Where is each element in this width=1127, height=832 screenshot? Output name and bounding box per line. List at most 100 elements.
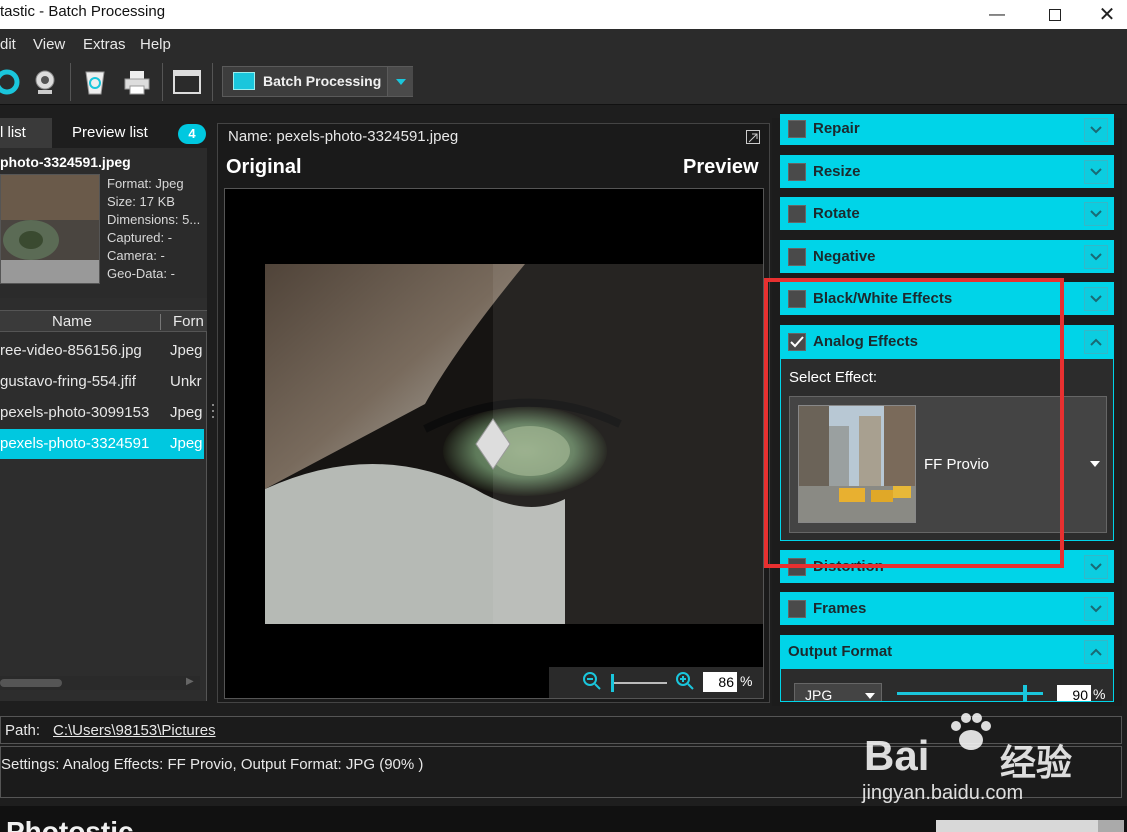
footer-brand: Photostic xyxy=(6,816,134,832)
list-item[interactable]: gustavo-fring-554.jfif Unkr xyxy=(0,367,204,397)
batch-dropdown-button[interactable] xyxy=(387,67,413,96)
menu-bar: dit View Extras Help xyxy=(0,29,1127,59)
baidu-watermark: Bai 经验 jingyan.baidu.com xyxy=(860,712,1120,808)
zoom-in-icon[interactable] xyxy=(675,671,695,696)
chevron-down-icon[interactable] xyxy=(1084,287,1108,311)
original-label: Original xyxy=(226,156,302,178)
horizontal-scrollbar[interactable]: ▶ xyxy=(0,676,200,690)
close-button[interactable]: ✕ xyxy=(1084,0,1127,29)
webcam-icon[interactable] xyxy=(30,67,60,97)
section-resize[interactable]: Resize xyxy=(780,155,1114,188)
frames-checkbox[interactable] xyxy=(788,600,806,618)
batch-processing-label: Batch Processing xyxy=(263,73,382,89)
expand-icon[interactable] xyxy=(746,130,760,144)
paw-icon xyxy=(951,713,991,750)
zoom-input[interactable]: 86 xyxy=(703,672,737,692)
section-negative[interactable]: Negative xyxy=(780,240,1114,273)
rotate-checkbox[interactable] xyxy=(788,205,806,223)
zoom-unit: % xyxy=(740,673,753,689)
chevron-down-icon[interactable] xyxy=(1084,160,1108,184)
chevron-down-icon[interactable] xyxy=(1084,555,1108,579)
list-item[interactable]: pexels-photo-3099153 Jpeg xyxy=(0,398,204,428)
list-item-name: pexels-photo-3324591 xyxy=(0,435,150,452)
format-value: JPG xyxy=(805,687,833,702)
quality-slider[interactable] xyxy=(897,685,1043,701)
minimize-icon: — xyxy=(989,5,1005,23)
preview-label: Preview xyxy=(683,156,759,178)
zoom-slider[interactable] xyxy=(611,674,667,692)
list-item[interactable]: ree-video-856156.jpg Jpeg xyxy=(0,336,204,366)
file-info-panel: photo-3324591.jpeg Format: Jpeg Size: 17… xyxy=(0,148,207,298)
info-size: Size: 17 KB xyxy=(107,194,175,209)
section-label: Output Format xyxy=(788,643,893,660)
refresh-icon[interactable] xyxy=(0,67,22,97)
section-rotate[interactable]: Rotate xyxy=(780,197,1114,230)
menu-extras[interactable]: Extras xyxy=(83,36,126,53)
window-icon[interactable] xyxy=(172,67,202,97)
output-format-body: JPG 90 % xyxy=(780,668,1114,702)
chevron-down-icon[interactable] xyxy=(1084,245,1108,269)
column-name[interactable]: Name xyxy=(52,313,92,330)
chevron-down-icon xyxy=(1090,461,1100,467)
chevron-down-icon[interactable] xyxy=(1084,118,1108,142)
list-item-format: Jpeg xyxy=(170,342,203,359)
chevron-up-icon[interactable] xyxy=(1084,330,1108,354)
info-dimensions: Dimensions: 5... xyxy=(107,212,201,227)
column-divider[interactable] xyxy=(160,314,161,330)
zoom-slider-handle[interactable] xyxy=(611,674,614,692)
toolbar-separator xyxy=(212,63,213,101)
zoom-out-icon[interactable] xyxy=(582,671,602,696)
file-list-panel: l list Preview list 4 photo-3324591.jpeg… xyxy=(0,118,207,701)
menu-help[interactable]: Help xyxy=(140,36,171,53)
menu-view[interactable]: View xyxy=(33,36,65,53)
batch-processing-button[interactable]: Batch Processing xyxy=(222,66,413,97)
resize-checkbox[interactable] xyxy=(788,163,806,181)
minimize-button[interactable]: — xyxy=(974,0,1020,29)
window-title: tastic - Batch Processing xyxy=(0,3,166,20)
list-item-selected[interactable]: pexels-photo-3324591 Jpeg xyxy=(0,429,204,459)
watermark-url: jingyan.baidu.com xyxy=(862,782,1024,804)
menu-edit[interactable]: dit xyxy=(0,36,16,53)
title-bar: tastic - Batch Processing — ✕ xyxy=(0,0,1127,29)
tab-file-list[interactable]: l list xyxy=(0,118,52,148)
chevron-up-icon[interactable] xyxy=(1084,640,1108,664)
scrollbar-thumb[interactable] xyxy=(0,679,62,687)
column-format[interactable]: Forn xyxy=(173,313,204,330)
recycle-bin-icon[interactable] xyxy=(80,67,110,97)
splitter-handle[interactable] xyxy=(211,400,215,430)
section-label: Repair xyxy=(813,120,860,137)
preview-image xyxy=(225,189,763,698)
printer-icon[interactable] xyxy=(122,67,152,97)
file-info-name: photo-3324591.jpeg xyxy=(0,154,131,170)
quality-input[interactable]: 90 xyxy=(1057,685,1091,701)
negative-checkbox[interactable] xyxy=(788,248,806,266)
maximize-button[interactable] xyxy=(1032,0,1078,29)
section-label: Rotate xyxy=(813,205,860,222)
section-frames[interactable]: Frames xyxy=(780,592,1114,625)
footer-button[interactable] xyxy=(936,820,1098,832)
list-item-format: Unkr xyxy=(170,373,202,390)
path-label: Path: xyxy=(5,722,41,739)
image-preview[interactable]: 86 % xyxy=(224,188,764,699)
chevron-down-icon[interactable] xyxy=(1084,597,1108,621)
path-link[interactable]: C:\Users\98153\Pictures xyxy=(53,722,216,739)
tab-preview-list-label: Preview list xyxy=(72,124,148,141)
image-name-label: Name: pexels-photo-3324591.jpeg xyxy=(228,128,459,145)
scroll-right-icon[interactable]: ▶ xyxy=(186,676,194,687)
format-select[interactable]: JPG xyxy=(794,683,882,702)
list-item-name: pexels-photo-3099153 xyxy=(0,404,150,421)
toolbar xyxy=(0,59,1127,105)
section-label: Resize xyxy=(813,163,861,180)
repair-checkbox[interactable] xyxy=(788,120,806,138)
list-item-name: gustavo-fring-554.jfif xyxy=(0,373,136,390)
section-repair[interactable]: Repair xyxy=(780,114,1114,145)
footer-button-dropdown[interactable] xyxy=(1098,820,1124,832)
chevron-down-icon[interactable] xyxy=(1084,202,1108,226)
close-icon: ✕ xyxy=(1098,4,1116,26)
highlight-box xyxy=(764,278,1064,568)
info-format: Format: Jpeg xyxy=(107,176,184,191)
section-output-format[interactable]: Output Format xyxy=(780,635,1114,668)
quality-slider-handle[interactable] xyxy=(1023,685,1027,701)
toolbar-separator xyxy=(70,63,71,101)
info-camera: Camera: - xyxy=(107,248,165,263)
